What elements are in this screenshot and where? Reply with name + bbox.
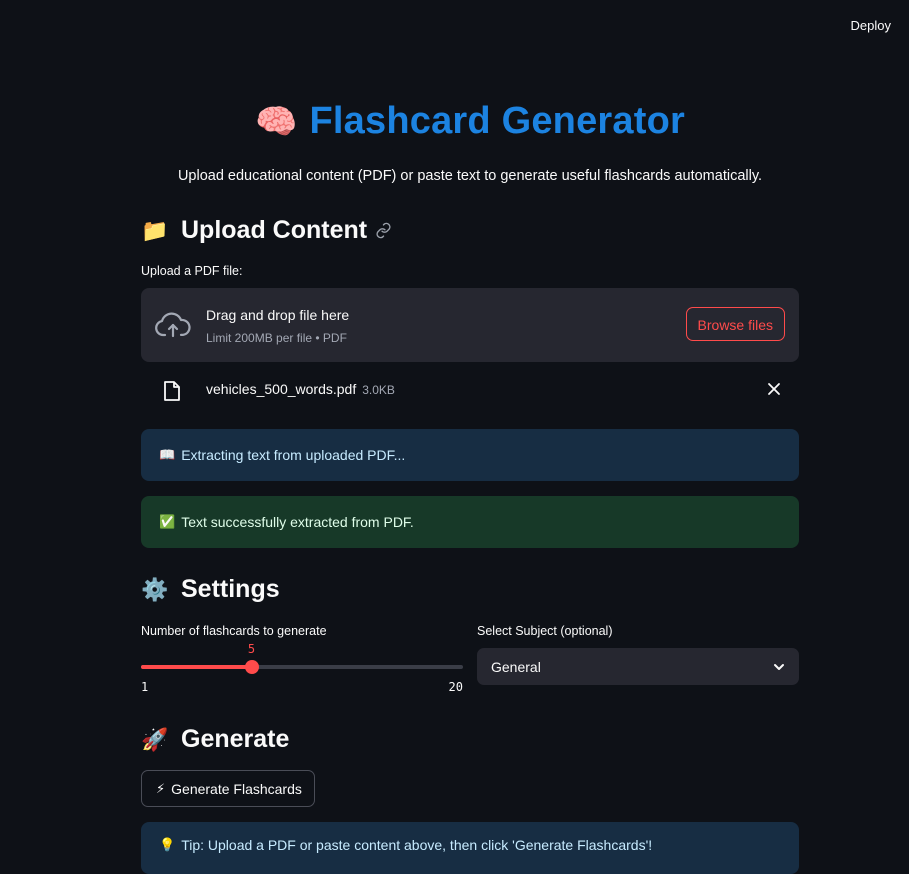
- success-alert-text: Text successfully extracted from PDF.: [181, 514, 414, 530]
- browse-files-button[interactable]: Browse files: [685, 307, 785, 341]
- remove-file-icon[interactable]: [767, 382, 781, 401]
- info-alert: 📖 Extracting text from uploaded PDF...: [141, 429, 799, 481]
- page-subtitle: Upload educational content (PDF) or past…: [177, 168, 763, 184]
- check-icon: ✅: [159, 514, 176, 529]
- file-name: vehicles_500_words.pdf 3.0KB: [206, 381, 395, 397]
- success-alert: ✅ Text successfully extracted from PDF.: [141, 496, 799, 548]
- generate-heading-text: Generate: [181, 725, 290, 753]
- upload-section-heading: 📁 Upload Content: [141, 216, 392, 245]
- deploy-button[interactable]: Deploy: [851, 18, 891, 33]
- settings-heading-text: Settings: [181, 575, 280, 603]
- uploader-label: Upload a PDF file:: [141, 264, 243, 278]
- top-bar: Deploy: [0, 0, 909, 54]
- generate-heading: 🚀 Generate: [141, 725, 289, 754]
- cloud-upload-icon: [155, 312, 191, 343]
- uploaded-file-row: vehicles_500_words.pdf 3.0KB: [141, 370, 799, 412]
- page-title: 🧠 Flashcard Generator: [141, 100, 799, 143]
- slider-max: 20: [448, 680, 463, 694]
- dropzone-title: Drag and drop file here: [206, 307, 350, 323]
- slider-track[interactable]: [141, 660, 463, 674]
- file-icon: [163, 380, 181, 407]
- brain-icon: 🧠: [254, 103, 298, 141]
- info-alert-text: Extracting text from uploaded PDF...: [181, 447, 406, 463]
- page-title-text: Flashcard Generator: [309, 100, 686, 142]
- slider-value: 5: [247, 642, 256, 656]
- folder-icon: 📁: [141, 217, 169, 243]
- lightbulb-icon: 💡: [159, 837, 176, 852]
- subject-selected-value: General: [491, 658, 541, 675]
- tip-alert: 💡 Tip: Upload a PDF or paste content abo…: [141, 822, 799, 874]
- subject-label: Select Subject (optional): [477, 624, 613, 638]
- lightning-icon: ⚡: [156, 780, 166, 796]
- file-dropzone[interactable]: Drag and drop file here Limit 200MB per …: [141, 288, 799, 362]
- file-name-text: vehicles_500_words.pdf: [206, 381, 357, 397]
- slider-thumb[interactable]: [244, 660, 259, 674]
- slider-min: 1: [141, 680, 149, 694]
- slider-label: Number of flashcards to generate: [141, 624, 327, 638]
- settings-heading: ⚙️ Settings: [141, 575, 280, 604]
- generate-flashcards-button[interactable]: ⚡ Generate Flashcards: [141, 770, 315, 807]
- upload-heading-text: Upload Content: [181, 216, 368, 244]
- book-icon: 📖: [159, 447, 176, 462]
- anchor-link-icon[interactable]: [375, 222, 392, 239]
- generate-button-label: Generate Flashcards: [171, 780, 302, 797]
- dropzone-limit: Limit 200MB per file • PDF: [206, 331, 347, 345]
- gear-icon: ⚙️: [141, 576, 169, 602]
- subject-select[interactable]: General: [477, 648, 799, 685]
- slider-fill: [141, 665, 252, 669]
- rocket-icon: 🚀: [141, 726, 169, 752]
- chevron-down-icon: [773, 660, 785, 676]
- file-size: 3.0KB: [362, 383, 395, 397]
- tip-alert-text: Tip: Upload a PDF or paste content above…: [181, 837, 653, 853]
